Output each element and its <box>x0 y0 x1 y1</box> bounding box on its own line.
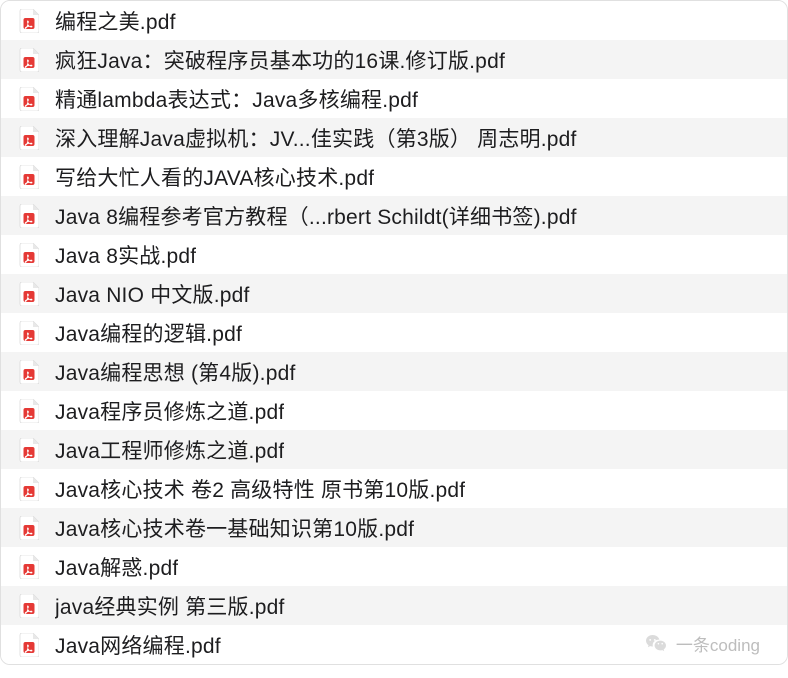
pdf-icon <box>19 399 39 423</box>
pdf-icon <box>19 516 39 540</box>
pdf-icon <box>19 165 39 189</box>
file-name: Java工程师修炼之道.pdf <box>55 435 284 465</box>
file-row[interactable]: Java核心技术 卷2 高级特性 原书第10版.pdf <box>1 469 787 508</box>
file-row[interactable]: Java解惑.pdf <box>1 547 787 586</box>
file-row[interactable]: Java核心技术卷一基础知识第10版.pdf <box>1 508 787 547</box>
pdf-icon <box>19 282 39 306</box>
pdf-icon <box>19 48 39 72</box>
pdf-icon <box>19 126 39 150</box>
file-row[interactable]: Java程序员修炼之道.pdf <box>1 391 787 430</box>
file-row[interactable]: Java编程思想 (第4版).pdf <box>1 352 787 391</box>
pdf-icon <box>19 9 39 33</box>
file-row[interactable]: 疯狂Java：突破程序员基本功的16课.修订版.pdf <box>1 40 787 79</box>
file-name: Java 8编程参考官方教程（...rbert Schildt(详细书签).pd… <box>55 201 577 231</box>
file-name: Java解惑.pdf <box>55 552 178 582</box>
file-row[interactable]: Java编程的逻辑.pdf <box>1 313 787 352</box>
pdf-icon <box>19 360 39 384</box>
file-name: Java编程思想 (第4版).pdf <box>55 357 296 387</box>
pdf-icon <box>19 594 39 618</box>
file-row[interactable]: Java 8编程参考官方教程（...rbert Schildt(详细书签).pd… <box>1 196 787 235</box>
pdf-icon <box>19 321 39 345</box>
file-row[interactable]: java经典实例 第三版.pdf <box>1 586 787 625</box>
file-name: Java网络编程.pdf <box>55 630 221 660</box>
file-row[interactable]: Java网络编程.pdf <box>1 625 787 664</box>
file-name: 疯狂Java：突破程序员基本功的16课.修订版.pdf <box>55 45 505 75</box>
pdf-icon <box>19 633 39 657</box>
pdf-icon <box>19 438 39 462</box>
pdf-icon <box>19 87 39 111</box>
file-row[interactable]: 精通lambda表达式：Java多核编程.pdf <box>1 79 787 118</box>
file-row[interactable]: 写给大忙人看的JAVA核心技术.pdf <box>1 157 787 196</box>
file-name: Java核心技术卷一基础知识第10版.pdf <box>55 513 414 543</box>
file-name: 深入理解Java虚拟机：JV...佳实践（第3版） 周志明.pdf <box>55 123 577 153</box>
pdf-icon <box>19 204 39 228</box>
file-name: 编程之美.pdf <box>55 6 176 36</box>
file-name: Java NIO 中文版.pdf <box>55 279 250 309</box>
file-list: 编程之美.pdf 疯狂Java：突破程序员基本功的16课.修订版.pdf 精通l… <box>0 0 788 665</box>
pdf-icon <box>19 477 39 501</box>
pdf-icon <box>19 243 39 267</box>
file-row[interactable]: 深入理解Java虚拟机：JV...佳实践（第3版） 周志明.pdf <box>1 118 787 157</box>
file-name: Java编程的逻辑.pdf <box>55 318 242 348</box>
file-row[interactable]: Java工程师修炼之道.pdf <box>1 430 787 469</box>
file-name: Java核心技术 卷2 高级特性 原书第10版.pdf <box>55 474 465 504</box>
file-name: 写给大忙人看的JAVA核心技术.pdf <box>55 162 374 192</box>
file-row[interactable]: Java NIO 中文版.pdf <box>1 274 787 313</box>
file-name: Java 8实战.pdf <box>55 240 196 270</box>
file-row[interactable]: 编程之美.pdf <box>1 1 787 40</box>
file-name: java经典实例 第三版.pdf <box>55 591 285 621</box>
file-name: 精通lambda表达式：Java多核编程.pdf <box>55 84 418 114</box>
file-name: Java程序员修炼之道.pdf <box>55 396 284 426</box>
pdf-icon <box>19 555 39 579</box>
file-row[interactable]: Java 8实战.pdf <box>1 235 787 274</box>
